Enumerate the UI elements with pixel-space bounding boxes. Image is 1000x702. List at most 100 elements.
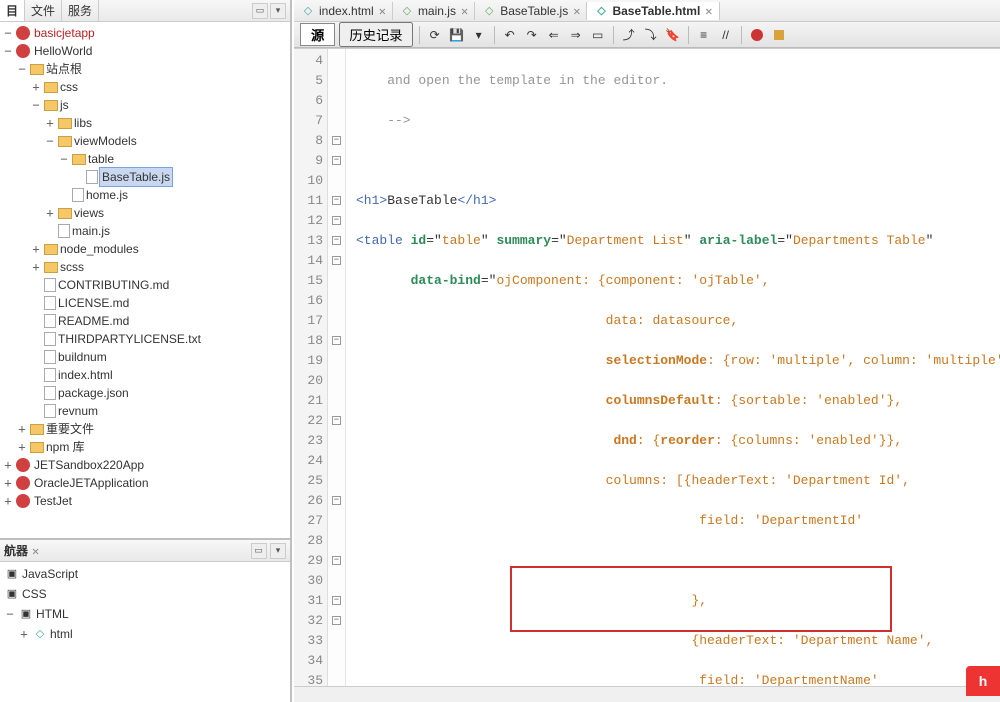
fold-gutter[interactable]: −− −−−− − − − − −− [328,49,346,686]
tree-buildnum[interactable]: buildnum [58,348,107,366]
navigator-title: 航器 [4,542,28,559]
project-tree[interactable]: −basicjetapp −HelloWorld − 站点根 + css − j… [0,22,290,538]
undo-icon[interactable]: ↶ [501,26,519,44]
redo-icon[interactable]: ↷ [523,26,541,44]
file-icon [44,314,56,328]
tree-important[interactable]: 重要文件 [46,420,94,438]
code-line: and open the template in the editor. [356,71,994,91]
filetab-basetable-js[interactable]: ◇BaseTable.js✕ [475,2,587,20]
filetab-main-js[interactable]: ◇main.js✕ [393,2,475,20]
html-file-icon: ◇ [593,3,609,19]
code-line [356,151,994,171]
navigator-menu-icon[interactable]: ▾ [270,543,286,559]
close-tab-icon[interactable]: ✕ [705,4,712,18]
nav-html[interactable]: HTML [36,604,69,624]
filetab-basetable-html[interactable]: ◇BaseTable.html✕ [587,2,719,20]
tree-contributing[interactable]: CONTRIBUTING.md [58,276,169,294]
tree-indexhtml[interactable]: index.html [58,366,113,384]
code-editor[interactable]: 4567891011121314151617181920212223242526… [294,48,1000,686]
left-panel-tabs: 目 文件 服务 ▭ ▾ [0,0,290,22]
macro-record-icon[interactable] [748,26,766,44]
navigator-close-icon[interactable]: ✕ [32,544,39,558]
project-icon [16,458,30,472]
code-content[interactable]: and open the template in the editor. -->… [346,49,1000,686]
tab-files[interactable]: 文件 [25,0,62,21]
folder-icon [30,64,44,75]
tree-js[interactable]: js [60,96,69,114]
tree-siteroot[interactable]: 站点根 [46,60,82,78]
close-tab-icon[interactable]: ✕ [461,4,468,18]
folder-icon [30,424,44,435]
code-line: data-bind="ojComponent: {component: 'ojT… [356,271,994,291]
history-button[interactable]: 历史记录 [339,22,412,47]
html-file-icon [44,368,56,382]
navigator-minimize-icon[interactable]: ▭ [251,543,267,559]
tree-readme[interactable]: README.md [58,312,129,330]
tree-nodemodules[interactable]: node_modules [60,240,139,258]
tree-home-js[interactable]: home.js [86,186,128,204]
html-file-icon: ◇ [300,3,316,19]
tree-libs[interactable]: libs [74,114,92,132]
dropdown-icon[interactable]: ▾ [470,26,488,44]
nav-fwd-icon[interactable]: ⇒ [567,26,585,44]
code-line: --> [356,111,994,131]
folder-icon [72,154,86,165]
tree-css[interactable]: css [60,78,78,96]
editor-file-tabs: ◇index.html✕ ◇main.js✕ ◇BaseTable.js✕ ◇B… [294,0,1000,22]
project-icon [16,476,30,490]
folder-icon [44,262,58,273]
macro-stop-icon[interactable] [770,26,788,44]
horizontal-scrollbar[interactable] [294,686,1000,702]
css-icon: ▣ [4,586,20,602]
close-tab-icon[interactable]: ✕ [573,4,580,18]
tree-npmlib[interactable]: npm 库 [46,438,85,456]
tree-license[interactable]: LICENSE.md [58,294,129,312]
source-view-button[interactable]: 源 [300,23,335,46]
folder-icon [30,442,44,453]
tree-thirdparty[interactable]: THIRDPARTYLICENSE.txt [58,330,201,348]
tree-helloworld[interactable]: HelloWorld [34,42,92,60]
nav-back-icon[interactable]: ⇐ [545,26,563,44]
nav-html-root[interactable]: html [50,624,73,644]
refresh-icon[interactable]: ⟳ [426,26,444,44]
filetab-index-html[interactable]: ◇index.html✕ [294,2,393,20]
format-icon[interactable]: ≡ [695,26,713,44]
tree-table[interactable]: table [88,150,114,168]
panel-menu-icon[interactable]: ▾ [270,3,286,19]
close-tab-icon[interactable]: ✕ [379,4,386,18]
select-icon[interactable]: ▭ [589,26,607,44]
tab-services[interactable]: 服务 [62,0,99,21]
tree-basicjetapp[interactable]: basicjetapp [34,24,95,42]
nav-css[interactable]: CSS [22,584,47,604]
bookmark-icon[interactable]: 🔖 [664,26,682,44]
code-line: field: 'DepartmentName' [356,671,994,686]
tree-testjet[interactable]: TestJet [34,492,72,510]
tree-viewmodels[interactable]: viewModels [74,132,137,150]
tree-jetsandbox[interactable]: JETSandbox220App [34,456,144,474]
tree-oraclejet[interactable]: OracleJETApplication [34,474,149,492]
js-icon: ▣ [4,566,20,582]
bookmark-down-icon[interactable]: ⤵ [642,26,660,44]
file-icon [44,350,56,364]
code-line: field: 'DepartmentId' [356,511,994,531]
tree-packagejson[interactable]: package.json [58,384,129,402]
code-line: columns: [{headerText: 'Department Id', [356,471,994,491]
tree-main-js[interactable]: main.js [72,222,110,240]
folder-icon [44,244,58,255]
bookmark-up-icon[interactable]: ⤴ [620,26,638,44]
tree-scss[interactable]: scss [60,258,84,276]
nav-javascript[interactable]: JavaScript [22,564,78,584]
comment-icon[interactable]: // [717,26,735,44]
code-line: {headerText: 'Department Name', [356,631,994,651]
code-line: columnsDefault: {sortable: 'enabled'}, [356,391,994,411]
watermark-badge: h [966,666,1000,696]
tree-views[interactable]: views [74,204,104,222]
save-icon[interactable]: 💾 [448,26,466,44]
tree-revnum[interactable]: revnum [58,402,98,420]
tree-basetable-js[interactable]: BaseTable.js [100,168,172,186]
project-panel: 目 文件 服务 ▭ ▾ −basicjetapp −HelloWorld − 站… [0,0,292,702]
code-line: <h1>BaseTable</h1> [356,191,994,211]
tab-projects[interactable]: 目 [0,0,25,21]
code-line: data: datasource, [356,311,994,331]
panel-minimize-icon[interactable]: ▭ [252,3,268,19]
